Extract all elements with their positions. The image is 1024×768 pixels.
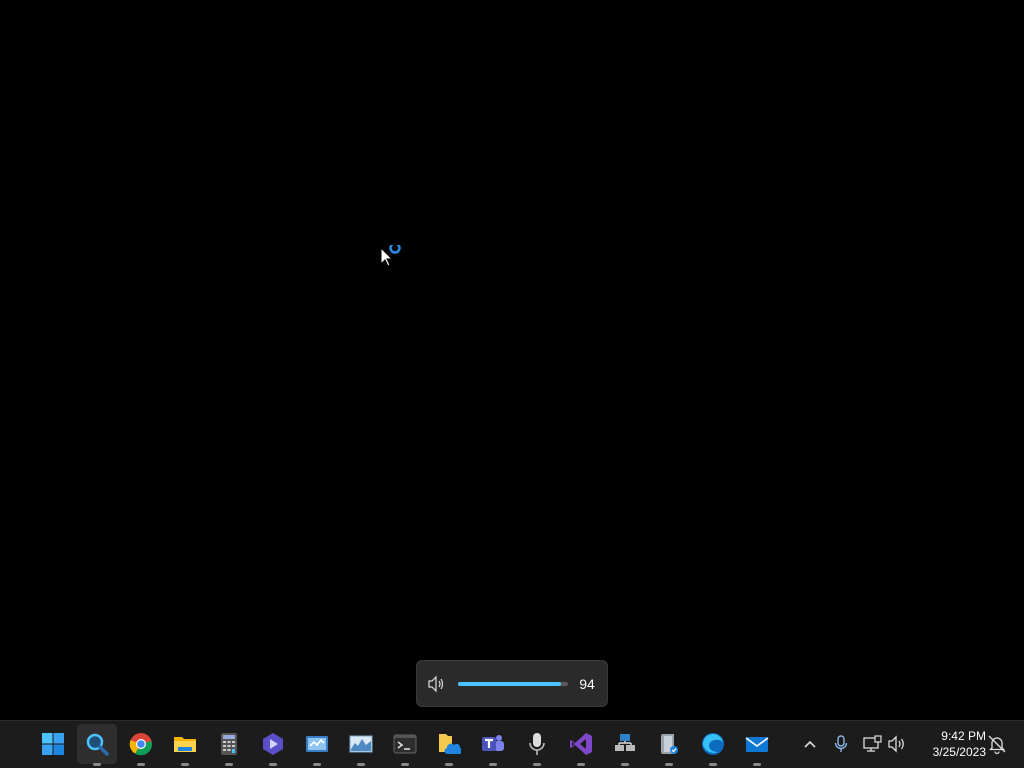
network-icon[interactable] — [861, 733, 883, 755]
taskbar-terminal[interactable] — [385, 724, 425, 766]
start-button[interactable] — [33, 724, 73, 764]
taskbar-file-explorer[interactable] — [165, 724, 205, 766]
volume-flyout: 94 — [416, 660, 608, 707]
mail-icon — [745, 737, 769, 752]
taskbar-performance-monitor[interactable] — [341, 724, 381, 766]
cloud-folder-icon — [439, 734, 461, 755]
taskbar-mail[interactable] — [737, 724, 777, 766]
taskbar: 9:42 PM 3/25/2023 — [0, 720, 1024, 768]
volume-slider-fill — [458, 682, 562, 686]
triangle-app-icon — [263, 733, 283, 755]
network-app-icon — [306, 736, 328, 752]
taskbar-visual-studio[interactable] — [561, 724, 601, 766]
microphone-icon — [529, 733, 545, 755]
microphone-icon[interactable] — [830, 733, 852, 755]
notification-icon[interactable] — [986, 733, 1008, 755]
visual-studio-icon — [570, 733, 592, 755]
volume-value: 94 — [579, 676, 595, 692]
taskbar-app-triangle[interactable] — [253, 724, 293, 766]
taskbar-edge[interactable] — [693, 724, 733, 766]
desktop[interactable] — [0, 0, 1024, 720]
magnifier-icon — [86, 733, 109, 756]
taskbar-chrome[interactable] — [121, 724, 161, 766]
network-tool-icon — [615, 734, 635, 751]
taskbar-book-app[interactable] — [649, 724, 689, 766]
taskbar-network-tool[interactable] — [605, 724, 645, 766]
speaker-icon[interactable] — [886, 733, 908, 755]
chart-icon — [349, 735, 373, 753]
taskbar-teams[interactable] — [473, 724, 513, 766]
taskbar-clock[interactable]: 9:42 PM 3/25/2023 — [912, 728, 986, 760]
speaker-icon[interactable] — [427, 675, 447, 693]
clock-date: 3/25/2023 — [932, 745, 986, 759]
taskbar-calculator[interactable] — [209, 724, 249, 766]
taskbar-network-app[interactable] — [297, 724, 337, 766]
chevron-up-icon[interactable] — [799, 733, 821, 755]
book-icon — [661, 734, 678, 754]
taskbar-onedrive-folder[interactable] — [429, 724, 469, 766]
folder-icon — [174, 737, 196, 752]
windows-logo-icon — [42, 733, 64, 755]
busy-cursor-icon — [379, 242, 407, 269]
terminal-icon — [393, 734, 417, 754]
volume-slider[interactable] — [458, 682, 568, 686]
teams-icon — [482, 735, 504, 751]
calculator-icon — [221, 733, 237, 755]
chrome-icon — [129, 733, 153, 756]
taskbar-search[interactable] — [77, 724, 117, 766]
clock-time: 9:42 PM — [941, 729, 986, 743]
taskbar-microphone-app[interactable] — [517, 724, 557, 766]
edge-icon — [702, 733, 724, 755]
